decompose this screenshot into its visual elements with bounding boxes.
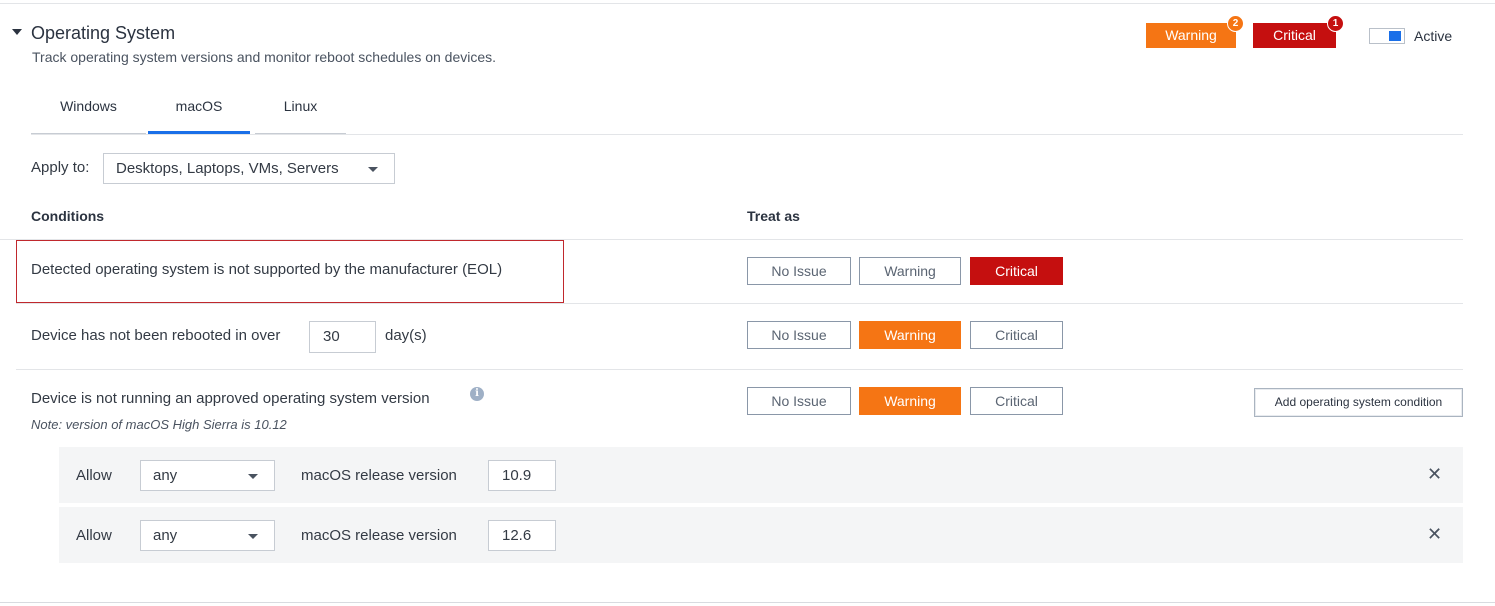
warning-count: 2 (1227, 15, 1244, 32)
apply-to-label: Apply to: (31, 159, 90, 176)
chevron-down-icon (248, 474, 258, 479)
tab-windows[interactable]: Windows (31, 90, 146, 134)
row-divider (16, 303, 1463, 304)
operator-value: any (153, 527, 178, 544)
chevron-down-icon[interactable] (12, 29, 22, 35)
operator-value: any (153, 467, 178, 484)
critical-badge[interactable]: Critical (1253, 23, 1336, 48)
chevron-down-icon (248, 534, 258, 539)
warning-badge[interactable]: Warning (1146, 23, 1236, 48)
reboot-days-input[interactable]: 30 (309, 321, 376, 353)
version-rule-row: Allow any macOS release version 12.6 ✕ (59, 507, 1463, 563)
version-critical-button[interactable]: Critical (970, 387, 1063, 415)
eol-no-issue-button[interactable]: No Issue (747, 257, 851, 285)
reboot-critical-button[interactable]: Critical (970, 321, 1063, 349)
apply-to-value: Desktops, Laptops, VMs, Servers (116, 160, 339, 177)
tab-macos[interactable]: macOS (148, 90, 250, 134)
operator-select[interactable]: any (140, 460, 275, 491)
active-label: Active (1414, 28, 1453, 44)
allow-label: Allow (76, 467, 112, 484)
conditions-heading: Conditions (31, 208, 105, 224)
eol-warning-button[interactable]: Warning (859, 257, 961, 285)
chevron-down-icon (368, 167, 378, 172)
condition-version-text: Device is not running an approved operat… (31, 390, 430, 407)
version-input[interactable]: 10.9 (488, 460, 556, 491)
info-icon[interactable]: i (470, 387, 484, 401)
apply-to-select[interactable]: Desktops, Laptops, VMs, Servers (103, 153, 395, 184)
section-title: Operating System (31, 23, 176, 43)
version-input[interactable]: 12.6 (488, 520, 556, 551)
row-divider (16, 369, 1463, 370)
field-label: macOS release version (301, 527, 457, 544)
section-subtitle: Track operating system versions and moni… (32, 49, 497, 65)
close-icon[interactable]: ✕ (1427, 464, 1442, 485)
tab-linux[interactable]: Linux (255, 90, 346, 134)
top-divider (0, 3, 1495, 4)
reboot-days-unit: day(s) (385, 327, 427, 344)
reboot-no-issue-button[interactable]: No Issue (747, 321, 851, 349)
version-note: Note: version of macOS High Sierra is 10… (31, 417, 287, 432)
reboot-warning-button[interactable]: Warning (859, 321, 961, 349)
field-label: macOS release version (301, 467, 457, 484)
version-no-issue-button[interactable]: No Issue (747, 387, 851, 415)
add-os-condition-button[interactable]: Add operating system condition (1254, 388, 1463, 417)
toggle-knob (1389, 31, 1401, 41)
eol-critical-button[interactable]: Critical (970, 257, 1063, 285)
treat-as-heading: Treat as (747, 208, 800, 224)
tab-divider (31, 134, 1463, 135)
active-toggle[interactable] (1369, 28, 1405, 44)
condition-reboot-text: Device has not been rebooted in over (31, 327, 281, 344)
close-icon[interactable]: ✕ (1427, 524, 1442, 545)
allow-label: Allow (76, 527, 112, 544)
critical-count: 1 (1327, 15, 1344, 32)
bottom-divider (0, 602, 1495, 603)
condition-eol-text: Detected operating system is not support… (31, 261, 503, 278)
version-rule-row: Allow any macOS release version 10.9 ✕ (59, 447, 1463, 503)
operator-select[interactable]: any (140, 520, 275, 551)
version-warning-button[interactable]: Warning (859, 387, 961, 415)
